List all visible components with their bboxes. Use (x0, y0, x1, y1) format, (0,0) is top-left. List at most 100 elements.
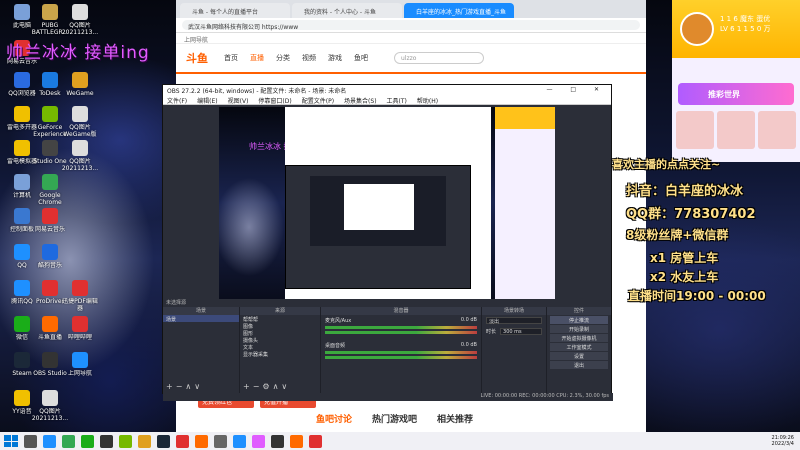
taskbar-app-icon[interactable] (157, 434, 170, 448)
desktop-icon[interactable]: WeGame (60, 72, 100, 104)
app-icon (42, 208, 58, 224)
nav-game[interactable]: 游戏 (328, 53, 342, 63)
desktop-icon[interactable]: QQ图片 20211213... (60, 4, 100, 36)
source-item[interactable]: 图形 (240, 329, 320, 337)
menu-help[interactable]: 帮助(H) (417, 96, 438, 105)
desktop-icon[interactable]: Google Chrome (30, 174, 70, 206)
scene-item[interactable]: 场景 (163, 315, 239, 323)
taskbar-app-icon[interactable] (290, 434, 303, 448)
nav-category[interactable]: 分类 (276, 53, 290, 63)
volume-slider[interactable] (325, 356, 477, 359)
desktop-icon[interactable]: QQ图片 20211213... (60, 140, 100, 172)
start-recording-button[interactable]: 开始录制 (550, 325, 608, 333)
menu-profile[interactable]: 配置文件(P) (302, 96, 334, 105)
tab-hot-games[interactable]: 热门游戏吧 (372, 412, 417, 425)
nav-forum[interactable]: 鱼吧 (354, 53, 368, 63)
transition-select[interactable]: 淡出 (486, 317, 542, 325)
scenes-dock-controls[interactable]: +−∧∨ (166, 382, 203, 391)
taskbar-app-icon[interactable] (252, 434, 265, 448)
desktop-icon[interactable]: 迅捷PDF编辑器 (60, 280, 100, 312)
browser-tab[interactable]: 我的资料 - 个人中心 - 斗鱼 (292, 3, 402, 18)
taskbar-app-icon[interactable] (309, 434, 322, 448)
taskbar-app-icon[interactable] (43, 434, 56, 448)
desktop-icon-label: 上网导航 (67, 370, 92, 377)
desktop-icon[interactable]: QQ图片 20211213... (30, 390, 70, 422)
volume-meter (325, 351, 477, 354)
taskbar-app-icon[interactable] (195, 434, 208, 448)
system-tray-clock[interactable]: 21:09:26 2022/3/4 (772, 435, 800, 447)
app-icon (42, 280, 58, 296)
taskbar-app-icon[interactable] (176, 434, 189, 448)
browser-tab[interactable]: 斗鱼 - 每个人的直播平台 (180, 3, 290, 18)
promo-fan-badge: 8级粉丝牌+微信群 (626, 228, 729, 242)
app-icon (14, 390, 30, 406)
tab-forum-discussion[interactable]: 鱼吧讨论 (316, 412, 352, 425)
nav-video[interactable]: 视频 (302, 53, 316, 63)
controls-dock-title: 控件 (547, 307, 611, 315)
app-icon (72, 4, 88, 20)
menu-view[interactable]: 视图(V) (228, 96, 249, 105)
sources-dock-controls[interactable]: +−⚙∧∨ (243, 382, 290, 391)
browser-tab-active[interactable]: 白羊座的冰冰_热门游戏直播_斗鱼 (404, 3, 514, 18)
settings-button[interactable]: 设置 (550, 352, 608, 360)
app-icon (14, 72, 30, 88)
taskbar-app-icon[interactable] (62, 434, 75, 448)
site-search-input[interactable]: ulzzo (394, 52, 484, 64)
streamer-avatar[interactable] (680, 12, 714, 46)
source-item[interactable]: 文本 (240, 343, 320, 351)
taskbar-app-icon[interactable] (24, 434, 37, 448)
desktop-icon[interactable]: 哔哩哔哩 (60, 316, 100, 348)
nav-home[interactable]: 首页 (224, 53, 238, 63)
stop-streaming-button[interactable]: 停止推流 (550, 316, 608, 324)
taskbar-app-icon[interactable] (271, 434, 284, 448)
tab-related[interactable]: 相关推荐 (437, 412, 473, 425)
app-icon (14, 352, 30, 368)
menu-edit[interactable]: 编辑(E) (197, 96, 217, 105)
menu-file[interactable]: 文件(F) (167, 96, 187, 105)
taskbar-app-icon[interactable] (119, 434, 132, 448)
promo-room-manager: x1 房管上车 (650, 251, 719, 265)
desktop-icon-label: QQ图片 20211213... (61, 158, 99, 172)
thumbnail[interactable] (717, 111, 755, 149)
source-item[interactable]: 图像 (240, 322, 320, 330)
taskbar-app-icon[interactable] (100, 434, 113, 448)
thumbnail[interactable] (758, 111, 796, 149)
source-item[interactable]: 摄像头 (240, 336, 320, 344)
desktop-icon[interactable]: QQ图片 WeGame版 (60, 106, 100, 138)
taskbar-app-icon[interactable] (138, 434, 151, 448)
promo-douyin: 抖音：白羊座的冰冰 (626, 184, 744, 199)
studio-mode-button[interactable]: 工作室模式 (550, 343, 608, 351)
desktop-icon[interactable]: 上网导航 (60, 352, 100, 384)
app-icon (72, 72, 88, 88)
virtual-camera-button[interactable]: 开始虚拟摄像机 (550, 334, 608, 342)
nav-live[interactable]: 直播 (250, 53, 264, 63)
obs-statusbar: LIVE: 00:00:00 REC: 00:00:00 CPU: 2.3%, … (163, 393, 613, 401)
source-item[interactable]: 显示器采集 (240, 350, 320, 358)
thumbnail[interactable] (676, 111, 714, 149)
windows-start-icon[interactable] (4, 435, 18, 447)
site-logo[interactable]: 斗鱼 (186, 50, 208, 66)
menu-scene-collection[interactable]: 场景集合(S) (344, 96, 377, 105)
source-item[interactable]: 帮帮帮 (240, 315, 320, 323)
desktop-icon[interactable]: 网易云音乐 (30, 208, 70, 240)
obs-preview[interactable]: 帅兰冰冰 接单ing (219, 107, 555, 299)
menu-tools[interactable]: 工具(T) (387, 96, 407, 105)
volume-meter (325, 326, 477, 329)
app-icon (72, 140, 88, 156)
promo-viewer: x2 水友上车 (650, 270, 719, 284)
window-controls[interactable]: — □ ✕ (546, 86, 607, 94)
taskbar-app-icon[interactable] (81, 434, 94, 448)
promo-banner[interactable]: 推彩世界 (678, 83, 794, 105)
taskbar-app-icon[interactable] (214, 434, 227, 448)
taskbar-app-icon[interactable] (233, 434, 246, 448)
desktop-icon[interactable]: 酷狗音乐 (30, 244, 70, 276)
address-input[interactable]: 武汉斗鱼网络科技有限公司 https://www (182, 20, 640, 31)
exit-button[interactable]: 退出 (550, 361, 608, 369)
app-icon (14, 208, 30, 224)
volume-slider[interactable] (325, 331, 477, 334)
duration-input[interactable]: 300 ms (500, 328, 542, 335)
app-icon (42, 390, 58, 406)
app-icon (72, 106, 88, 122)
menu-docks[interactable]: 停靠窗口(D) (258, 96, 291, 105)
bookmarks-bar[interactable]: 上网导航 (176, 33, 646, 44)
